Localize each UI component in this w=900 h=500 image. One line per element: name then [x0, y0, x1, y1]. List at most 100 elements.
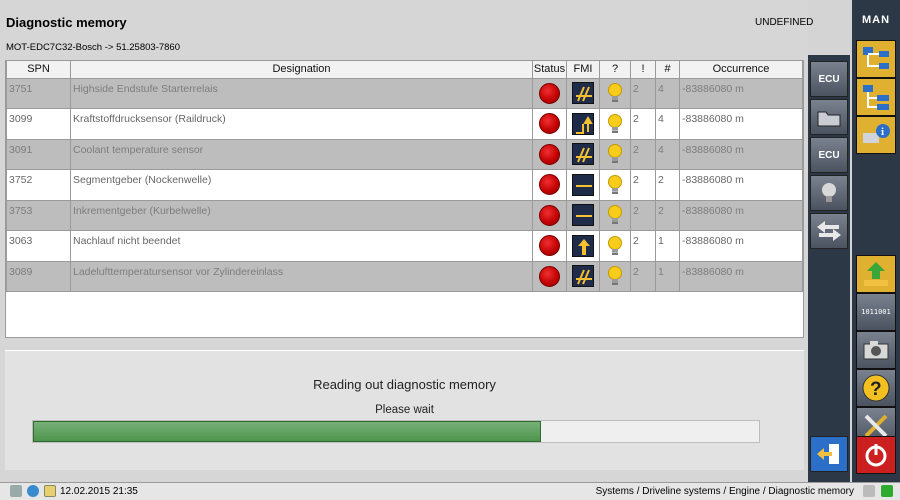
swap-arrows-icon: [817, 221, 841, 241]
cell-lamp: [599, 77, 631, 109]
calendar-icon[interactable]: [44, 485, 56, 497]
status-indicator-icon: [539, 204, 560, 226]
cell-lamp: [599, 108, 631, 140]
status-indicator-icon: [539, 174, 560, 196]
cell-designation: Highside Endstufe Starterrelais: [70, 77, 533, 109]
main-panel: Diagnostic memory UNDEFINED MOT-EDC7C32-…: [0, 0, 813, 482]
column-header-exclamation[interactable]: !: [630, 61, 656, 79]
cell-count: 4: [655, 77, 680, 109]
search-icon[interactable]: [10, 485, 22, 497]
system-tree-button[interactable]: [856, 40, 896, 78]
lightbulb-icon: [608, 235, 622, 255]
hierarchy-icon: [863, 85, 889, 110]
column-header-occurrence[interactable]: Occurrence: [679, 61, 803, 79]
vehicle-info-button[interactable]: i: [856, 116, 896, 154]
brand-logo: MAN: [861, 14, 891, 26]
cell-lamp: [599, 260, 631, 292]
cell-fmi: [566, 108, 600, 140]
column-header-designation[interactable]: Designation: [70, 61, 533, 79]
ecu-label-2: ECU: [818, 149, 840, 161]
ecu-select-button[interactable]: ECU: [810, 61, 848, 97]
cell-exclamation: 2: [630, 108, 656, 140]
swap-button[interactable]: [810, 213, 848, 249]
ecu-folder-button[interactable]: [810, 99, 848, 135]
cell-fmi: [566, 230, 600, 262]
fmi-flat-icon: [572, 173, 594, 196]
table-row[interactable]: 3751 Highside Endstufe Starterrelais 2 4 -83…: [6, 77, 803, 109]
upload-button[interactable]: [856, 255, 896, 293]
header: Diagnostic memory UNDEFINED MOT-EDC7C32-…: [0, 0, 813, 60]
table-row[interactable]: 3089 Ladelufttemperatursensor vor Zylinde…: [6, 260, 803, 292]
column-header-fmi[interactable]: FMI: [566, 61, 600, 79]
status-indicator-icon: [539, 235, 560, 257]
connection-s-icon[interactable]: [881, 485, 893, 497]
cell-occurrence: -83886080 m: [679, 169, 803, 201]
cell-occurrence: -83886080 m: [679, 230, 803, 262]
main-toolbar: MAN i 1011001 ?: [852, 0, 900, 482]
fault-table-panel: SPN Designation Status FMI ? ! # Occurre…: [5, 60, 804, 338]
cell-status: [532, 138, 567, 170]
cell-fmi: [566, 169, 600, 201]
camera-icon: [863, 341, 889, 360]
fmi-slash-icon: [572, 82, 594, 105]
status-indicator-icon: [539, 113, 560, 135]
fmi-slash-icon: [572, 265, 594, 288]
ecu-label: ECU: [818, 73, 840, 85]
progress-subtitle: Please wait: [375, 404, 434, 416]
column-header-status[interactable]: Status: [532, 61, 567, 79]
table-row[interactable]: 3753 Inkrementgeber (Kurbelwelle) 2 2 -83886…: [6, 199, 803, 231]
folder-icon: [817, 111, 841, 127]
cell-designation: Ladelufttemperatursensor vor Zylinderein…: [70, 260, 533, 292]
progress-bar-fill: [33, 421, 542, 442]
cell-lamp: [599, 169, 631, 201]
cell-occurrence: -83886080 m: [679, 138, 803, 170]
cell-exclamation: 2: [630, 230, 656, 262]
fault-table: SPN Designation Status FMI ? ! # Occurre…: [6, 61, 803, 292]
cell-status: [532, 199, 567, 231]
lightbulb-icon: [608, 174, 622, 194]
help-button[interactable]: ?: [856, 369, 896, 407]
column-header-count[interactable]: #: [655, 61, 680, 79]
table-row[interactable]: 3099 Kraftstoffdrucksensor (Raildruck) 2 4-…: [6, 108, 803, 140]
lightbulb-icon: [608, 144, 622, 164]
progress-title: Reading out diagnostic memory: [313, 377, 496, 392]
power-button[interactable]: [856, 436, 896, 474]
cell-spn: 3063: [6, 230, 71, 262]
hierarchy-button[interactable]: [856, 78, 896, 116]
table-row[interactable]: 3752 Segmentgeber (Nockenwelle) 2 2 -8388608…: [6, 169, 803, 201]
column-header-spn[interactable]: SPN: [6, 61, 71, 79]
globe-icon[interactable]: [27, 485, 39, 497]
column-header-question[interactable]: ?: [599, 61, 631, 79]
cell-count: 1: [655, 230, 680, 262]
rss-icon[interactable]: [863, 485, 875, 497]
cell-lamp: [599, 138, 631, 170]
status-indicator-icon: [539, 265, 560, 287]
lamp-button[interactable]: [810, 175, 848, 211]
lightbulb-icon: [608, 266, 622, 286]
cell-exclamation: 2: [630, 199, 656, 231]
progress-bar: [32, 420, 760, 443]
fmi-up-arrow-icon: [572, 234, 594, 257]
ecu-info-button[interactable]: ECU: [810, 137, 848, 173]
table-row[interactable]: 3063 Nachlauf nicht beendet 2 1 -83886080 m: [6, 230, 803, 262]
status-datetime: 12.02.2015 21:35: [60, 486, 138, 497]
power-icon: [865, 444, 887, 467]
cell-fmi: [566, 260, 600, 292]
camera-button[interactable]: [856, 331, 896, 369]
binary-data-button[interactable]: 1011001: [856, 293, 896, 331]
binary-data-icon: 1011001: [861, 308, 891, 316]
cell-fmi: [566, 138, 600, 170]
cell-lamp: [599, 199, 631, 231]
lightbulb-icon: [608, 113, 622, 133]
truck-info-icon: i: [863, 124, 890, 143]
fmi-up-arrows-icon: [572, 112, 594, 135]
exit-button[interactable]: [810, 436, 848, 472]
cell-fmi: [566, 199, 600, 231]
table-row[interactable]: 3091 Coolant temperature sensor 2 4 -8388608…: [6, 138, 803, 170]
lightbulb-icon: [822, 183, 836, 202]
fmi-slash-icon: [572, 143, 594, 166]
lightbulb-icon: [608, 205, 622, 225]
svg-text:?: ?: [870, 379, 882, 400]
table-header-row: SPN Designation Status FMI ? ! # Occurre…: [6, 61, 803, 79]
page-title: Diagnostic memory: [6, 15, 127, 30]
